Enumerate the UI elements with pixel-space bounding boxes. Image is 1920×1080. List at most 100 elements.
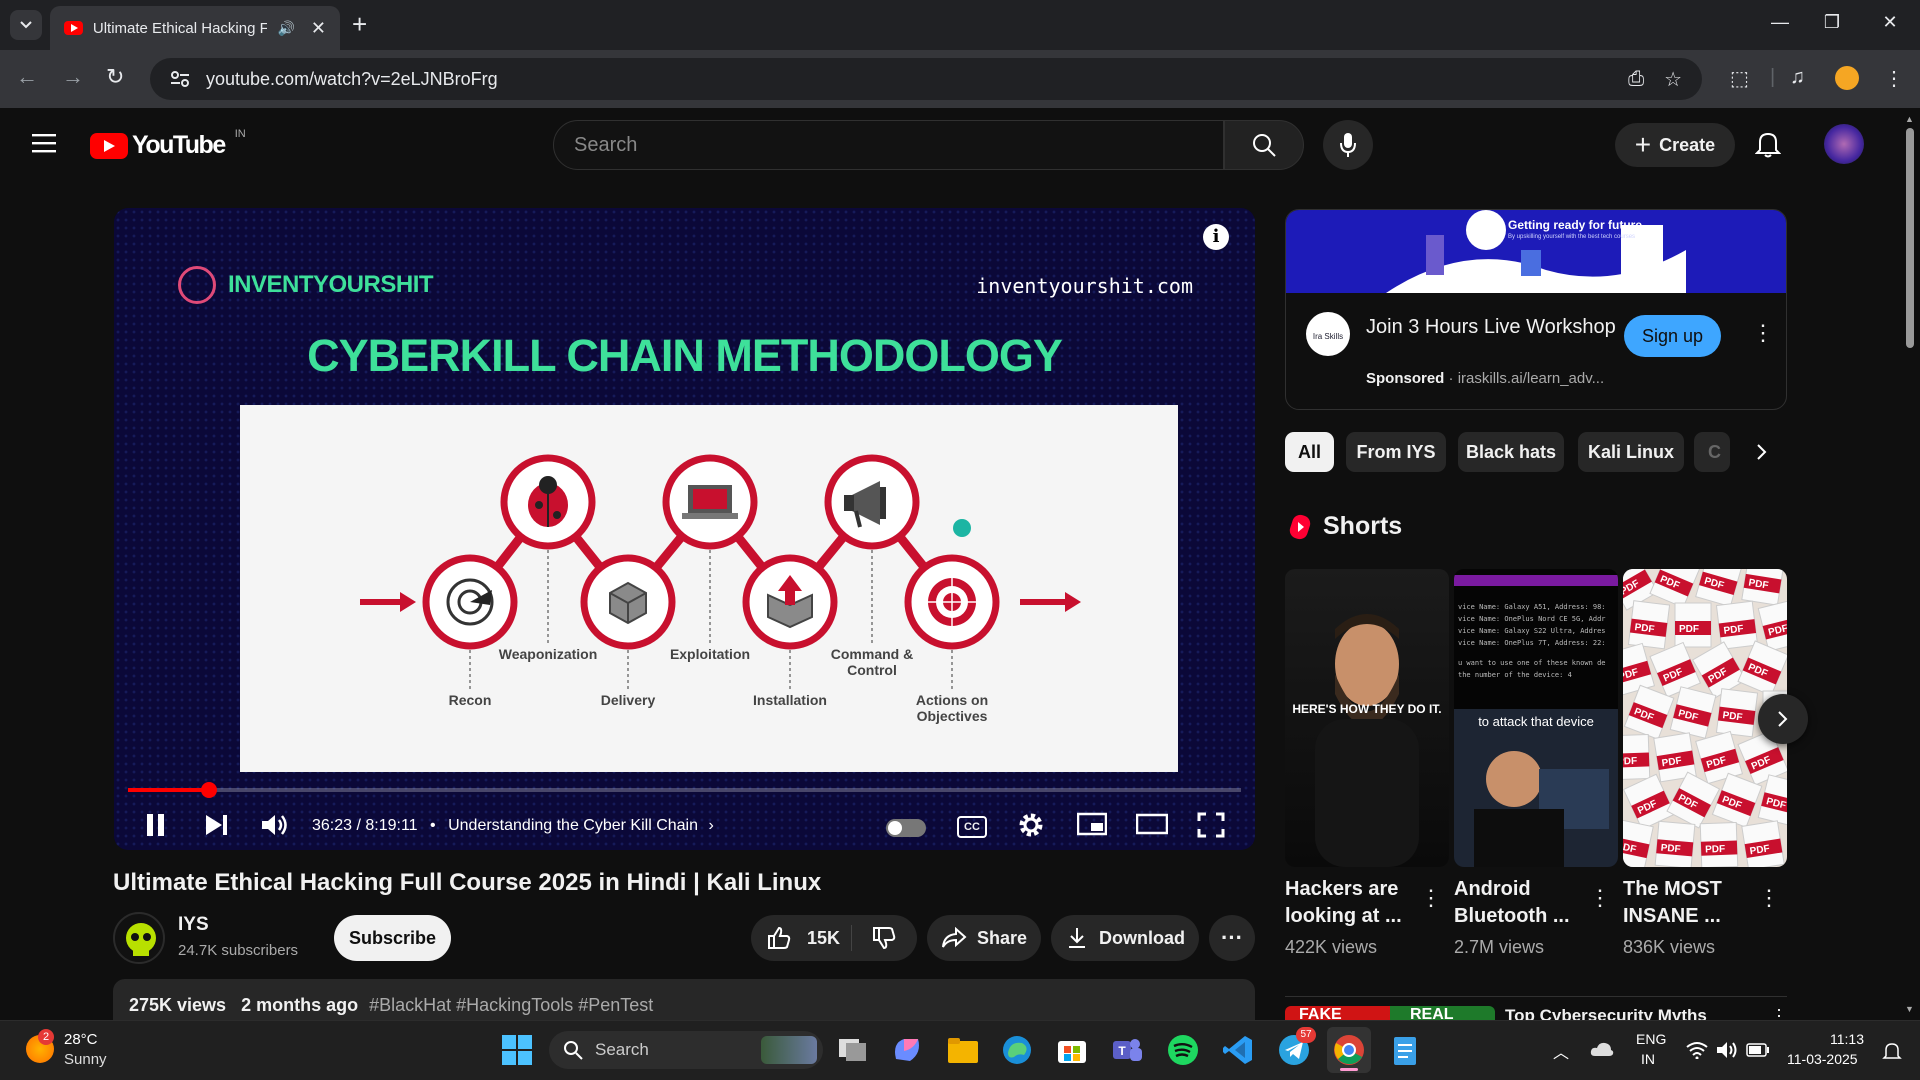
hashtags[interactable]: #BlackHat #HackingTools #PenTest bbox=[369, 995, 653, 1015]
short-title-2[interactable]: Android Bluetooth ... bbox=[1454, 876, 1584, 930]
info-icon[interactable]: i bbox=[1203, 224, 1229, 250]
new-tab-button[interactable]: + bbox=[352, 10, 367, 38]
ad-title[interactable]: Join 3 Hours Live Workshop bbox=[1366, 314, 1626, 341]
chip-all[interactable]: All bbox=[1285, 432, 1334, 472]
like-button[interactable]: 15K bbox=[751, 915, 851, 961]
restore-button[interactable]: ❐ bbox=[1812, 12, 1852, 33]
sponsored-ad-card[interactable]: Getting ready for future By upskilling y… bbox=[1285, 209, 1787, 410]
clock-date[interactable]: 11-03-2025 bbox=[1787, 1051, 1858, 1067]
shorts-next-button[interactable] bbox=[1758, 694, 1808, 744]
onedrive-cloud-icon[interactable] bbox=[1590, 1041, 1614, 1057]
close-window-button[interactable]: ✕ bbox=[1870, 12, 1910, 33]
next-video-thumbnail[interactable]: FAKE REAL bbox=[1285, 1006, 1495, 1020]
download-button[interactable]: Download bbox=[1051, 915, 1199, 961]
sign-up-button[interactable]: Sign up bbox=[1624, 315, 1721, 357]
short-thumbnail-1[interactable]: HERE'S HOW THEY DO IT. bbox=[1285, 569, 1449, 867]
teams-icon[interactable]: T bbox=[1110, 1033, 1144, 1067]
short-menu-icon-1[interactable]: ⋮ bbox=[1420, 885, 1442, 911]
notifications-bell-icon[interactable] bbox=[1755, 130, 1781, 158]
tab-search-button[interactable] bbox=[10, 10, 42, 40]
microsoft-store-icon[interactable] bbox=[1055, 1033, 1089, 1067]
address-bar[interactable]: youtube.com/watch?v=2eLJNBroFrg ⎙ ☆ bbox=[150, 58, 1702, 100]
chip-from-iys[interactable]: From IYS bbox=[1346, 432, 1446, 472]
language-primary[interactable]: ENG bbox=[1636, 1031, 1666, 1047]
task-view-icon[interactable] bbox=[836, 1033, 870, 1067]
chrome-menu-icon[interactable]: ⋮ bbox=[1884, 66, 1904, 91]
reload-icon[interactable]: ↻ bbox=[106, 64, 124, 90]
search-input[interactable] bbox=[574, 133, 1203, 157]
chips-next-button[interactable] bbox=[1736, 432, 1788, 472]
volume-icon[interactable] bbox=[260, 812, 290, 838]
more-actions-button[interactable]: ··· bbox=[1209, 915, 1255, 961]
next-video-title[interactable]: Top Cybersecurity Myths bbox=[1505, 1006, 1735, 1020]
channel-name[interactable]: IYS bbox=[178, 914, 209, 936]
channel-avatar[interactable] bbox=[113, 912, 165, 964]
captions-icon[interactable]: CC bbox=[957, 816, 987, 838]
chapter-title[interactable]: Understanding the Cyber Kill Chain bbox=[448, 817, 698, 834]
video-player[interactable]: INVENTYOURSHIT inventyourshit.com CYBERK… bbox=[114, 208, 1255, 850]
ad-banner[interactable]: Getting ready for future By upskilling y… bbox=[1286, 210, 1786, 293]
next-video-icon[interactable] bbox=[204, 812, 230, 838]
install-app-icon[interactable]: ⎙ bbox=[1628, 68, 1644, 91]
subscribe-button[interactable]: Subscribe bbox=[334, 915, 451, 961]
vscode-icon[interactable] bbox=[1221, 1033, 1255, 1067]
miniplayer-icon[interactable] bbox=[1077, 812, 1107, 836]
speaker-icon[interactable] bbox=[1716, 1041, 1738, 1059]
language-secondary[interactable]: IN bbox=[1641, 1051, 1655, 1067]
site-info-icon[interactable] bbox=[170, 70, 190, 88]
chevron-right-icon[interactable]: › bbox=[708, 817, 713, 834]
spotify-icon[interactable] bbox=[1166, 1033, 1200, 1067]
short-title-1[interactable]: Hackers are looking at ... bbox=[1285, 876, 1415, 930]
battery-icon[interactable] bbox=[1746, 1043, 1770, 1057]
forward-icon[interactable]: → bbox=[62, 64, 84, 90]
short-thumbnail-2[interactable]: vice Name: Galaxy A51, Address: 98: vice… bbox=[1454, 569, 1618, 867]
media-controls-icon[interactable]: ♫ bbox=[1790, 66, 1805, 89]
notification-center-icon[interactable] bbox=[1882, 1041, 1902, 1061]
scrollbar-thumb[interactable] bbox=[1906, 128, 1914, 348]
chip-kali-linux[interactable]: Kali Linux bbox=[1578, 432, 1684, 472]
notepad-icon[interactable] bbox=[1388, 1033, 1422, 1067]
theater-mode-icon[interactable] bbox=[1136, 812, 1168, 836]
ad-brand-logo[interactable]: Ira Skills bbox=[1306, 312, 1350, 356]
chrome-taskbar-active[interactable] bbox=[1327, 1027, 1371, 1073]
search-button[interactable] bbox=[1224, 120, 1304, 170]
weather-temp[interactable]: 28°C bbox=[64, 1031, 98, 1048]
search-box[interactable] bbox=[553, 120, 1224, 170]
dislike-button[interactable] bbox=[852, 915, 916, 961]
file-explorer-icon[interactable] bbox=[946, 1033, 980, 1067]
settings-gear-icon[interactable] bbox=[1018, 812, 1044, 838]
clock-time[interactable]: 11:13 bbox=[1830, 1031, 1864, 1047]
close-tab-icon[interactable]: ✕ bbox=[311, 18, 326, 39]
speaker-icon[interactable]: 🔊 bbox=[277, 20, 294, 37]
edge-browser-icon[interactable] bbox=[1000, 1033, 1034, 1067]
share-button[interactable]: Share bbox=[927, 915, 1041, 961]
ad-menu-icon[interactable]: ⋮ bbox=[1752, 320, 1774, 346]
scroll-down-arrow[interactable]: ▼ bbox=[1905, 1004, 1914, 1014]
page-scrollbar[interactable]: ▲ ▼ bbox=[1900, 108, 1920, 1020]
profile-avatar[interactable] bbox=[1835, 66, 1859, 90]
fullscreen-icon[interactable] bbox=[1197, 812, 1225, 838]
seek-bar[interactable] bbox=[128, 782, 1241, 798]
account-avatar[interactable] bbox=[1824, 124, 1864, 164]
weather-desc[interactable]: Sunny bbox=[64, 1051, 107, 1068]
copilot-icon[interactable] bbox=[890, 1033, 924, 1067]
voice-search-button[interactable] bbox=[1323, 120, 1373, 170]
pause-icon[interactable] bbox=[146, 812, 166, 838]
short-menu-icon-3[interactable]: ⋮ bbox=[1758, 885, 1780, 911]
minimize-button[interactable]: — bbox=[1760, 12, 1800, 33]
chip-black-hats[interactable]: Black hats bbox=[1458, 432, 1564, 472]
autoplay-toggle[interactable] bbox=[886, 819, 926, 837]
short-title-3[interactable]: The MOST INSANE ... bbox=[1623, 876, 1753, 930]
chip-truncated[interactable]: C bbox=[1694, 432, 1730, 472]
short-menu-icon-2[interactable]: ⋮ bbox=[1589, 885, 1611, 911]
bookmark-star-icon[interactable]: ☆ bbox=[1664, 67, 1682, 92]
tray-overflow-chevron-icon[interactable]: ︿ bbox=[1553, 1039, 1569, 1063]
taskbar-search[interactable]: Search bbox=[549, 1031, 823, 1069]
hamburger-menu-icon[interactable] bbox=[32, 133, 58, 153]
scroll-up-arrow[interactable]: ▲ bbox=[1905, 114, 1914, 124]
windows-start-icon[interactable] bbox=[500, 1033, 534, 1067]
back-icon[interactable]: ← bbox=[16, 64, 38, 90]
browser-tab-active[interactable]: Ultimate Ethical Hacking Full Course 202… bbox=[50, 6, 340, 50]
create-button[interactable]: + Create bbox=[1615, 123, 1735, 167]
extensions-icon[interactable]: ⬚ bbox=[1730, 66, 1749, 91]
